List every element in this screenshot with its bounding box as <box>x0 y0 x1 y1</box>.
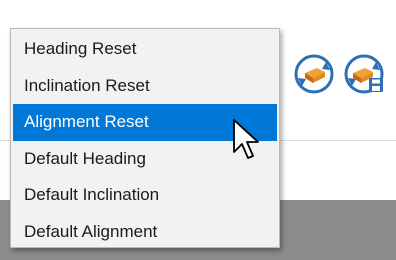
reset-view-button[interactable] <box>292 52 336 96</box>
reset-view-save-icon <box>344 54 384 94</box>
reset-view-save-button[interactable] <box>342 52 386 96</box>
menu-item-default-inclination[interactable]: Default Inclination <box>11 177 279 214</box>
reset-view-icon <box>294 54 334 94</box>
menu-item-default-alignment[interactable]: Default Alignment <box>11 214 279 251</box>
menu-item-inclination-reset[interactable]: Inclination Reset <box>11 68 279 105</box>
mouse-pointer-icon <box>230 118 260 162</box>
menu-item-heading-reset[interactable]: Heading Reset <box>11 31 279 68</box>
